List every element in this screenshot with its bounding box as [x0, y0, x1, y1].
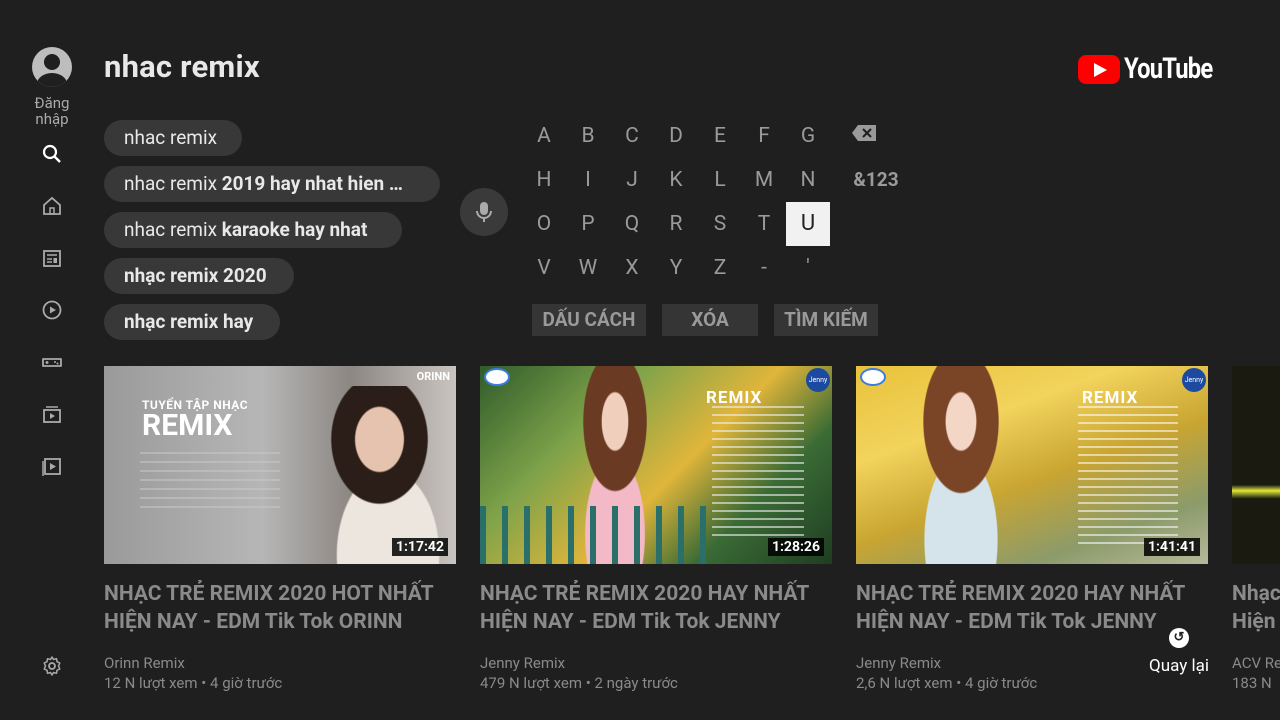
key[interactable]: S — [698, 202, 742, 246]
thumbnail-title: REMIX — [1082, 388, 1139, 408]
voice-search-button[interactable] — [460, 188, 508, 236]
key[interactable]: E — [698, 114, 742, 158]
back-button[interactable]: ↺ Quay lại — [1146, 628, 1212, 676]
search-icon[interactable] — [40, 142, 64, 166]
video-meta: 479 N lượt xem • 2 ngày trước — [480, 674, 678, 692]
key[interactable]: T — [742, 202, 786, 246]
key[interactable]: H — [522, 158, 566, 202]
key[interactable]: X — [610, 246, 654, 290]
suggestion-prefix: nhac remix — [124, 126, 217, 149]
video-channel: Jenny Remix — [480, 654, 566, 672]
gear-icon[interactable] — [40, 654, 64, 678]
video-card[interactable]: REMIX Jenny 1:28:26 NHẠC TRẺ REMIX 2020 … — [480, 366, 832, 693]
channel-badge: Jenny — [806, 368, 830, 392]
video-duration: 1:28:26 — [767, 538, 824, 556]
video-meta: 183 N — [1232, 674, 1272, 692]
suggestion-suffix: nhạc remix 2020 — [124, 264, 267, 287]
key[interactable]: F — [742, 114, 786, 158]
suggestion-suffix: nhạc remix hay — [124, 310, 254, 333]
key[interactable]: I — [566, 158, 610, 202]
key[interactable]: W — [566, 246, 610, 290]
key[interactable]: O — [522, 202, 566, 246]
gaming-icon[interactable] — [40, 350, 64, 374]
key[interactable]: Q — [610, 202, 654, 246]
thumbnail-title: REMIX — [706, 388, 763, 408]
subscriptions-icon[interactable] — [40, 246, 64, 270]
video-channel: Orinn Remix — [104, 654, 185, 672]
queue-icon[interactable] — [40, 402, 64, 426]
back-arrow-icon: ↺ — [1169, 628, 1189, 648]
key[interactable]: Z — [698, 246, 742, 290]
backspace-icon — [852, 125, 876, 141]
key[interactable]: K — [654, 158, 698, 202]
youtube-wordmark: YouTube — [1124, 52, 1213, 86]
suggestion-prefix: nhac remix — [124, 172, 222, 195]
video-duration: 1:41:41 — [1143, 538, 1200, 556]
key[interactable]: C — [610, 114, 654, 158]
symbols-key[interactable]: &123 — [846, 158, 906, 202]
channel-badge: Jenny — [1182, 368, 1206, 392]
key[interactable]: M — [742, 158, 786, 202]
key[interactable]: U — [786, 202, 830, 246]
avatar[interactable] — [32, 47, 72, 87]
youtube-play-icon — [1078, 54, 1120, 84]
suggestion-item[interactable]: nhạc remix 2020 — [104, 258, 294, 294]
key[interactable]: A — [522, 114, 566, 158]
video-meta: 12 N lượt xem • 4 giờ trước — [104, 674, 283, 692]
sign-in-label[interactable]: Đăng nhập — [20, 95, 84, 127]
video-thumbnail: REMIX Jenny 1:28:26 — [480, 366, 832, 564]
video-title: Nhạc Hiện — [1232, 582, 1280, 634]
space-key[interactable]: DẤU CÁCH — [532, 304, 646, 336]
backspace-key[interactable] — [842, 114, 886, 158]
suggestion-item[interactable]: nhac remix 2019 hay nhat hien … — [104, 166, 440, 202]
suggestion-item[interactable]: nhạc remix hay — [104, 304, 280, 340]
video-thumbnail — [1232, 366, 1280, 564]
key[interactable]: J — [610, 158, 654, 202]
sidebar: Đăng nhập — [0, 0, 104, 720]
channel-badge: ORINN — [416, 370, 450, 383]
key[interactable]: P — [566, 202, 610, 246]
back-label: Quay lại — [1149, 656, 1209, 676]
video-thumbnail: REMIX Jenny 1:41:41 — [856, 366, 1208, 564]
key[interactable]: L — [698, 158, 742, 202]
video-duration: 1:17:42 — [391, 538, 448, 556]
home-icon[interactable] — [40, 194, 64, 218]
suggestion-suffix: 2019 hay nhat hien … — [221, 172, 403, 195]
video-title: NHẠC TRẺ REMIX 2020 HAY NHẤT HIỆN NAY - … — [480, 582, 809, 634]
key[interactable]: V — [522, 246, 566, 290]
suggestion-suffix: karaoke hay nhat — [221, 218, 368, 241]
library-icon[interactable] — [40, 454, 64, 478]
mic-icon — [476, 202, 492, 222]
search-key[interactable]: TÌM KIẾM — [774, 304, 878, 336]
suggestion-prefix: nhac remix — [124, 218, 222, 241]
suggestion-item[interactable]: nhac remix karaoke hay nhat — [104, 212, 402, 248]
key[interactable]: N — [786, 158, 830, 202]
key[interactable]: ' — [786, 246, 830, 290]
search-query: nhac remix — [104, 48, 260, 85]
video-title: NHẠC TRẺ REMIX 2020 HOT NHẤT HIỆN NAY - … — [104, 582, 434, 634]
key[interactable]: - — [742, 246, 786, 290]
video-channel: ACV Re — [1232, 654, 1280, 672]
key[interactable]: Y — [654, 246, 698, 290]
key[interactable]: G — [786, 114, 830, 158]
suggestion-item[interactable]: nhac remix — [104, 120, 242, 156]
key[interactable]: B — [566, 114, 610, 158]
video-thumbnail: TUYỂN TẬP NHẠC REMIX ORINN 1:17:42 — [104, 366, 456, 564]
key[interactable]: D — [654, 114, 698, 158]
video-meta: 2,6 N lượt xem • 4 giờ trước — [856, 674, 1038, 692]
originals-icon[interactable] — [40, 298, 64, 322]
video-card[interactable]: Nhạc Hiện ACV Re 183 N — [1232, 366, 1280, 693]
key[interactable]: R — [654, 202, 698, 246]
clear-key[interactable]: XÓA — [662, 304, 758, 336]
video-card[interactable]: TUYỂN TẬP NHẠC REMIX ORINN 1:17:42 NHẠC … — [104, 366, 456, 693]
youtube-logo: YouTube — [1078, 52, 1232, 86]
thumbnail-title: REMIX — [142, 408, 233, 443]
